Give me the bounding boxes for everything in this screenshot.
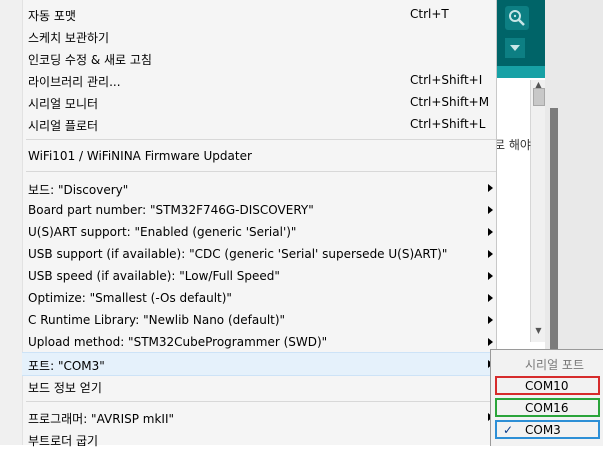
menu-item-label: 시리얼 플로터 (28, 119, 99, 133)
submenu-arrow-icon (488, 338, 493, 346)
menu-item-label: USB speed (if available): "Low/Full Spee… (28, 269, 280, 283)
tabs-strip (496, 66, 547, 78)
tab-menu-button[interactable] (505, 38, 525, 58)
menu-item-label: 자동 포맷 (28, 9, 76, 23)
menu-item-programmer[interactable]: 프로그래머: "AVRISP mkII" (22, 406, 496, 428)
menu-item-serial-monitor[interactable]: 시리얼 모니터 Ctrl+Shift+M (22, 91, 496, 113)
port-label: COM3 (525, 423, 561, 437)
menu-item-board[interactable]: 보드: "Discovery" (22, 177, 496, 199)
menu-separator (26, 171, 496, 172)
menu-item-label: C Runtime Library: "Newlib Nano (default… (28, 313, 286, 327)
submenu-arrow-icon (488, 316, 493, 324)
scroll-thumb[interactable] (533, 88, 545, 106)
port-label: COM16 (525, 401, 569, 415)
submenu-arrow-icon (488, 250, 493, 258)
menu-item-usb-speed[interactable]: USB speed (if available): "Low/Full Spee… (22, 265, 496, 287)
menu-item-label: Upload method: "STM32CubeProgrammer (SWD… (28, 335, 328, 349)
menu-item-usb-support[interactable]: USB support (if available): "CDC (generi… (22, 243, 496, 265)
menu-item-board-part-number[interactable]: Board part number: "STM32F746G-DISCOVERY… (22, 199, 496, 221)
menu-item-label: 프로그래머: "AVRISP mkII" (28, 412, 175, 426)
menu-item-firmware-updater[interactable]: WiFi101 / WiFiNINA Firmware Updater (22, 145, 496, 167)
menu-item-label: 보드 정보 얻기 (28, 381, 102, 395)
menu-item-label: USB support (if available): "CDC (generi… (28, 247, 448, 261)
menu-item-label: U(S)ART support: "Enabled (generic 'Seri… (28, 225, 297, 239)
menu-separator (26, 139, 496, 140)
port-label: COM10 (525, 379, 569, 393)
menu-item-shortcut: Ctrl+Shift+L (410, 117, 486, 131)
menu-item-label: Board part number: "STM32F746G-DISCOVERY… (28, 203, 314, 217)
tools-menu: 자동 포맷 Ctrl+T 스케치 보관하기 인코딩 수정 & 새로 고침 라이브… (0, 0, 497, 448)
menu-item-label: WiFi101 / WiFiNINA Firmware Updater (28, 149, 252, 163)
submenu-arrow-icon (488, 206, 493, 214)
menu-item-upload-method[interactable]: Upload method: "STM32CubeProgrammer (SWD… (22, 331, 496, 353)
menu-item-serial-plotter[interactable]: 시리얼 플로터 Ctrl+Shift+L (22, 113, 496, 135)
scroll-down-arrow-icon[interactable]: ▼ (531, 326, 546, 338)
port-option-com16[interactable]: COM16 (495, 398, 600, 417)
menu-item-label: 스케치 보관하기 (28, 31, 110, 45)
menu-item-label: 포트: "COM3" (28, 359, 105, 373)
menu-item-burn-bootloader[interactable]: 부트로더 굽기 (22, 428, 496, 450)
menu-item-label: 시리얼 모니터 (28, 97, 99, 111)
serial-port-header: 시리얼 포트 (525, 358, 585, 372)
editor-scrollbar[interactable]: ▲ ▼ (530, 80, 546, 342)
serial-monitor-button[interactable] (505, 6, 529, 30)
menu-item-archive-sketch[interactable]: 스케치 보관하기 (22, 25, 496, 47)
submenu-arrow-icon (488, 228, 493, 236)
checkmark-icon: ✓ (503, 423, 514, 437)
menu-item-auto-format[interactable]: 자동 포맷 Ctrl+T (22, 3, 496, 25)
menu-item-shortcut: Ctrl+Shift+M (410, 95, 490, 109)
menu-item-label: 보드: "Discovery" (28, 183, 129, 197)
port-option-com3[interactable]: ✓ COM3 (495, 420, 600, 439)
menu-icon-gutter (0, 0, 23, 445)
menu-item-board-info[interactable]: 보드 정보 얻기 (22, 375, 496, 397)
submenu-arrow-icon (488, 294, 493, 302)
magnifier-icon (509, 10, 525, 26)
menu-item-optimize[interactable]: Optimize: "Smallest (-Os default)" (22, 287, 496, 309)
menu-item-c-runtime-library[interactable]: C Runtime Library: "Newlib Nano (default… (22, 309, 496, 331)
menu-item-label: 라이브러리 관리... (28, 75, 121, 89)
port-option-com10[interactable]: COM10 (495, 376, 600, 395)
menu-item-label: Optimize: "Smallest (-Os default)" (28, 291, 232, 305)
menu-item-shortcut: Ctrl+Shift+I (410, 73, 483, 87)
menu-item-usart-support[interactable]: U(S)ART support: "Enabled (generic 'Seri… (22, 221, 496, 243)
menu-item-label: 부트로더 굽기 (28, 434, 99, 448)
menu-item-shortcut: Ctrl+T (410, 7, 449, 21)
menu-item-label: 인코딩 수정 & 새로 고침 (28, 53, 152, 67)
menu-item-manage-libraries[interactable]: 라이브러리 관리... Ctrl+Shift+I (22, 69, 496, 91)
menu-item-fix-encoding[interactable]: 인코딩 수정 & 새로 고침 (22, 47, 496, 69)
port-submenu: 시리얼 포트 COM10 COM16 ✓ COM3 (490, 349, 603, 446)
menu-separator (26, 401, 496, 402)
menu-item-port[interactable]: 포트: "COM3" (22, 352, 496, 376)
submenu-arrow-icon (488, 272, 493, 280)
submenu-arrow-icon (488, 184, 493, 192)
editor-code-text: 로 해야 (494, 138, 531, 152)
